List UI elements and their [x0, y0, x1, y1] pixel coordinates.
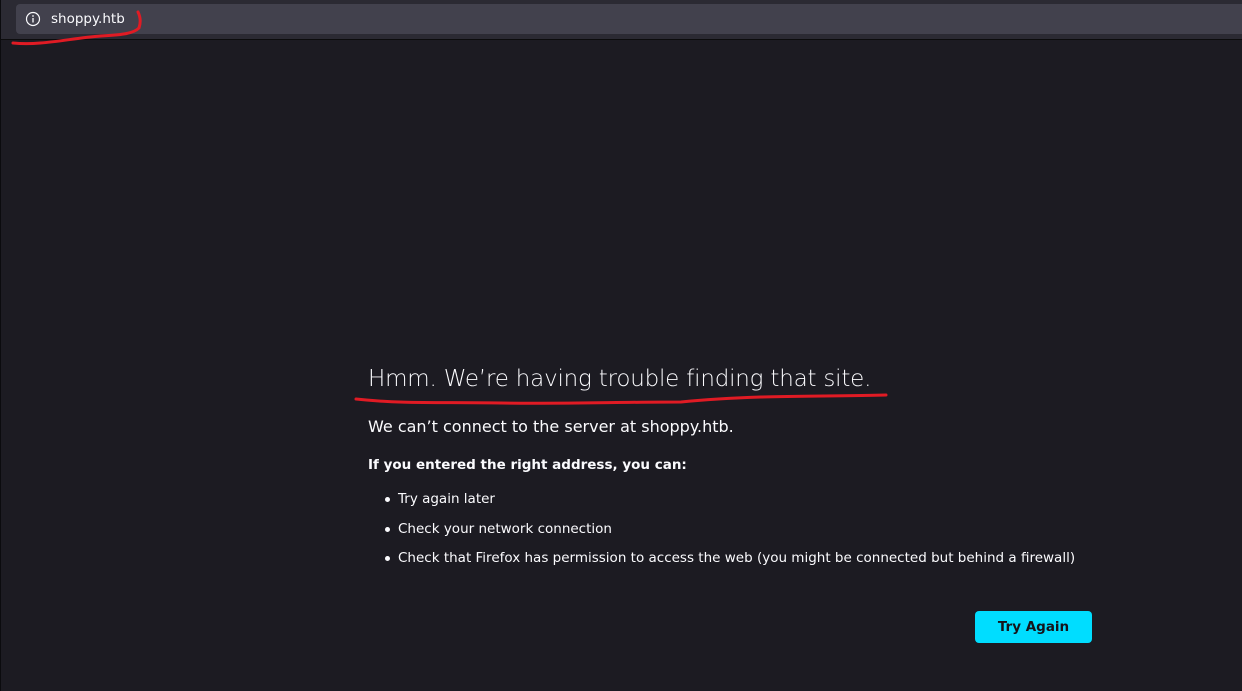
url-text[interactable]: shoppy.htb [51, 11, 125, 27]
suggestions-list: Try again later Check your network conne… [368, 490, 1128, 567]
try-again-button[interactable]: Try Again [975, 611, 1092, 643]
browser-toolbar: shoppy.htb [1, 0, 1242, 40]
info-circle-icon[interactable] [25, 11, 41, 27]
page-title: Hmm. We’re having trouble finding that s… [368, 366, 872, 392]
error-description: We can’t connect to the server at shoppy… [368, 417, 734, 436]
suggestions-heading: If you entered the right address, you ca… [368, 457, 687, 473]
error-page-content: Hmm. We’re having trouble finding that s… [368, 362, 1128, 579]
browser-window: shoppy.htb Hmm. We’re having trouble fin… [0, 0, 1242, 691]
list-item: Check your network connection [385, 520, 1128, 538]
list-item: Check that Firefox has permission to acc… [385, 549, 1128, 567]
red-annotation-underlines [11, 10, 888, 405]
address-bar[interactable]: shoppy.htb [16, 4, 1242, 34]
list-item: Try again later [385, 490, 1128, 508]
